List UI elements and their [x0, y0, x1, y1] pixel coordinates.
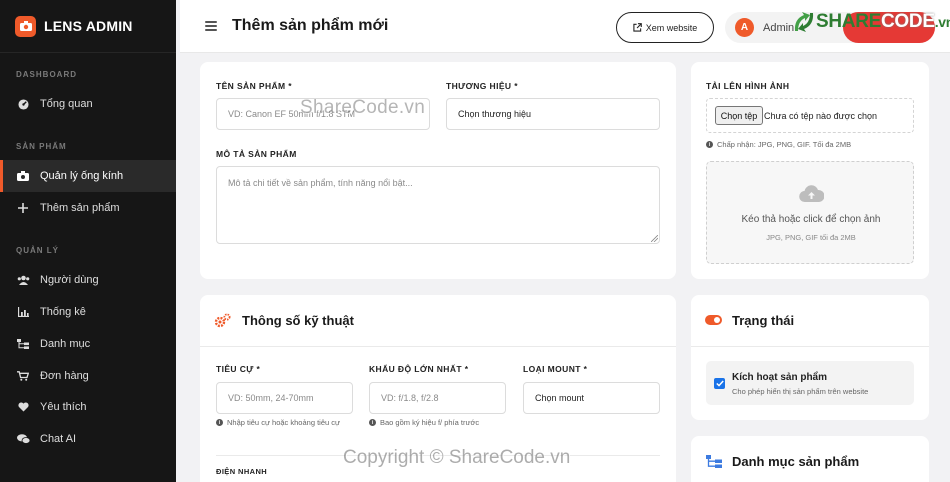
users-icon [16, 275, 30, 285]
watermark-code: CODE [881, 11, 935, 32]
product-name-label: TÊN SẢN PHẨM * [216, 81, 292, 91]
gears-icon [214, 313, 231, 333]
sidebar-item-favorites[interactable]: Yêu thích [0, 391, 176, 423]
sidebar-item-categories[interactable]: Danh mục [0, 328, 176, 360]
aperture-input[interactable]: VD: f/1.8, f/2.8 [369, 382, 506, 414]
aperture-label: KHẨU ĐỘ LỚN NHẤT * [369, 364, 469, 374]
sharecode-watermark-logo: SHARECODE.vn [792, 11, 950, 33]
sitemap-icon [16, 339, 30, 349]
sidebar-item-label: Chat AI [40, 433, 77, 445]
sidebar-item-label: Danh mục [40, 338, 91, 350]
sidebar-item-label: Yêu thích [40, 401, 87, 413]
chart-icon [16, 307, 30, 317]
user-name: Admin [763, 21, 795, 34]
avatar: A [735, 18, 754, 37]
camera-logo-icon [15, 15, 36, 37]
cart-icon [16, 371, 30, 381]
sharecode-logo-icon [794, 12, 814, 32]
image-dropzone[interactable]: Kéo thả hoặc click để chọn ảnh JPG, PNG,… [706, 161, 914, 264]
menu-toggle-icon[interactable] [205, 21, 217, 31]
view-website-button[interactable]: Xem website [616, 12, 714, 43]
description-label: MÔ TẢ SẢN PHẨM [216, 149, 297, 159]
sidebar-item-overview[interactable]: Tổng quan [0, 88, 176, 120]
brand-label: THƯƠNG HIỆU * [446, 81, 518, 91]
specs-title: Thông số kỹ thuật [242, 313, 354, 328]
dropzone-subtext: JPG, PNG, GIF tối đa 2MB [766, 233, 856, 242]
focal-length-label: TIÊU CỰ * [216, 364, 261, 374]
sidebar-item-label: Thêm sản phẩm [40, 202, 120, 214]
next-field-label: ĐIỆN NHANH [216, 467, 268, 476]
sidebar-item-label: Thống kê [40, 306, 86, 318]
nav-section-dashboard: DASHBOARD [16, 70, 77, 79]
active-product-option [706, 361, 914, 405]
nav-section-management: QUẢN LÝ [16, 246, 59, 255]
plus-icon [16, 203, 30, 213]
toggle-icon [705, 315, 722, 325]
aperture-hint: i Bao gồm ký hiệu f/ phía trước [369, 418, 479, 427]
watermark-share: SHARE [816, 11, 882, 32]
active-product-label: Kích hoạt sản phẩm [732, 372, 828, 383]
active-product-checkbox[interactable] [714, 378, 725, 389]
focal-length-hint: i Nhập tiêu cự hoặc khoảng tiêu cự [216, 418, 340, 427]
info-icon: i [706, 141, 713, 148]
specs-divider [200, 346, 676, 347]
external-link-icon [633, 23, 642, 32]
description-textarea[interactable]: Mô tả chi tiết về sản phẩm, tính năng nổ… [216, 166, 660, 244]
focal-length-input[interactable]: VD: 50mm, 24-70mm [216, 382, 353, 414]
page-title: Thêm sản phẩm mới [232, 17, 389, 34]
accept-hint-text: Chấp nhận: JPG, PNG, GIF. Tối đa 2MB [717, 140, 852, 149]
heart-icon [16, 402, 30, 412]
sidebar-item-lens-management[interactable]: Quản lý ống kính [0, 160, 176, 192]
focal-length-hint-text: Nhập tiêu cự hoặc khoảng tiêu cự [227, 418, 341, 427]
sidebar-item-users[interactable]: Người dùng [0, 264, 176, 296]
check-icon [715, 380, 724, 387]
aperture-hint-text: Bao gồm ký hiệu f/ phía trước [380, 418, 480, 427]
nav-section-products: SẢN PHẨM [16, 142, 67, 151]
cloud-upload-icon [799, 185, 824, 203]
category-title: Danh mục sản phẩm [732, 454, 860, 469]
accept-hint: i Chấp nhận: JPG, PNG, GIF. Tối đa 2MB [706, 140, 851, 149]
dashboard-icon [16, 98, 30, 110]
info-icon: i [216, 419, 223, 426]
choose-file-button[interactable]: Chọn tệp [715, 106, 763, 125]
watermark-center-text: ShareCode.vn [300, 97, 426, 118]
camera-icon [16, 171, 30, 181]
mount-label: LOẠI MOUNT * [523, 364, 588, 374]
sidebar-item-chat-ai[interactable]: Chat AI [0, 423, 176, 455]
upload-label: TẢI LÊN HÌNH ẢNH [706, 81, 790, 91]
dropzone-text: Kéo thả hoặc click để chọn ảnh [741, 214, 881, 225]
watermark-vn: .vn [934, 14, 950, 30]
sitemap-icon [706, 455, 722, 473]
resize-handle-icon[interactable] [651, 235, 658, 242]
sidebar-item-statistics[interactable]: Thống kê [0, 296, 176, 328]
brand-select[interactable]: Chọn thương hiệu [446, 98, 660, 130]
status-title: Trạng thái [732, 313, 795, 328]
chat-icon [16, 434, 30, 444]
mount-select[interactable]: Chọn mount [523, 382, 660, 414]
sidebar-item-label: Đơn hàng [40, 370, 89, 382]
sidebar: LENS ADMIN DASHBOARD Tổng quan SẢN PHẨM … [0, 0, 176, 482]
sidebar-item-orders[interactable]: Đơn hàng [0, 360, 176, 392]
active-product-desc: Cho phép hiển thị sản phẩm trên website [732, 387, 869, 396]
file-status: Chưa có tệp nào được chọn [764, 111, 878, 121]
sidebar-item-label: Tổng quan [40, 98, 93, 110]
topbar: Thêm sản phẩm mới Xem website A Admin SH… [180, 0, 950, 53]
watermark-copyright-text: Copyright © ShareCode.vn [343, 447, 571, 468]
sidebar-item-label: Quản lý ống kính [40, 170, 124, 182]
brand-name: LENS ADMIN [44, 18, 133, 34]
info-icon: i [369, 419, 376, 426]
status-divider [691, 346, 929, 347]
sidebar-item-label: Người dùng [40, 274, 99, 286]
brand[interactable]: LENS ADMIN [0, 0, 176, 53]
view-website-label: Xem website [645, 22, 698, 33]
sidebar-item-add-product[interactable]: Thêm sản phẩm [0, 192, 176, 224]
